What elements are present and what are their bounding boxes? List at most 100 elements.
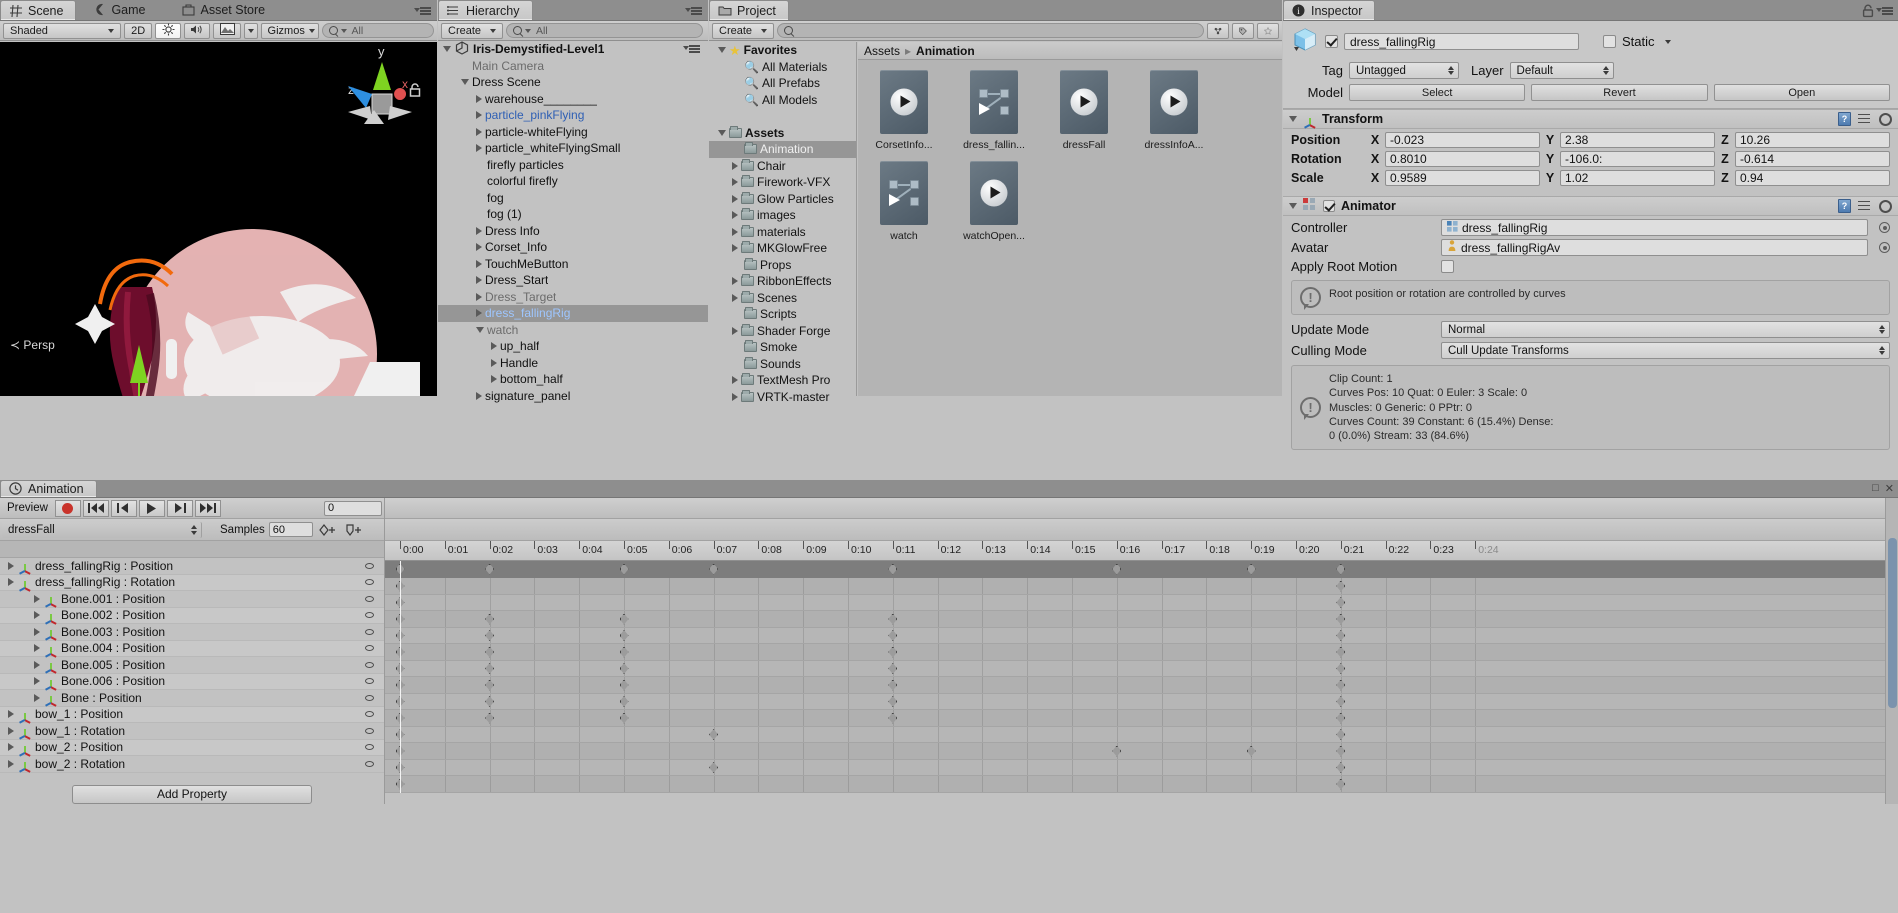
timeline-row[interactable]	[385, 710, 1898, 727]
keyframe[interactable]	[485, 663, 495, 674]
keyframe[interactable]	[1336, 696, 1346, 707]
keyframe[interactable]	[619, 663, 629, 674]
chevron-right-icon[interactable]	[8, 743, 14, 752]
controller-picker-icon[interactable]	[1879, 222, 1890, 233]
project-folder-firework-vfx[interactable]: Firework-VFX	[709, 174, 856, 191]
timeline-row[interactable]	[385, 759, 1898, 776]
project-filter-label-button[interactable]	[1232, 22, 1254, 39]
keyframe[interactable]	[888, 712, 898, 724]
asset-item[interactable]: watch	[872, 161, 936, 242]
timeline-row[interactable]	[385, 594, 1898, 611]
hierarchy-item-colorful-firefly[interactable]: colorful firefly	[438, 173, 708, 190]
gizmos-dropdown[interactable]: Gizmos	[260, 22, 319, 39]
tab-inspector[interactable]: i Inspector	[1283, 0, 1376, 20]
project-filter-type-button[interactable]	[1207, 22, 1229, 39]
chevron-right-icon[interactable]	[8, 759, 14, 768]
tab-animation[interactable]: Animation	[0, 480, 97, 497]
keyframe[interactable]	[709, 729, 719, 740]
chevron-right-icon[interactable]	[732, 293, 738, 302]
timeline-scrollbar[interactable]	[1885, 498, 1898, 804]
summary-keyframe[interactable]	[1246, 563, 1256, 575]
transform-component-header[interactable]: Transform ?	[1283, 109, 1898, 129]
keyframe[interactable]	[888, 646, 898, 658]
hierarchy-item-dress-scene[interactable]: Dress Scene	[438, 74, 708, 91]
timeline-row[interactable]	[385, 677, 1898, 694]
keyframe[interactable]	[1246, 745, 1256, 757]
timeline-row[interactable]	[385, 726, 1898, 743]
chevron-right-icon[interactable]	[476, 226, 482, 235]
animation-property-row[interactable]: dress_fallingRig : Rotation	[0, 574, 384, 592]
hierarchy-item-main-camera[interactable]: Main Camera	[438, 58, 708, 75]
keyframe[interactable]	[619, 613, 629, 625]
last-frame-button[interactable]	[194, 499, 221, 517]
chevron-right-icon[interactable]	[476, 127, 482, 136]
record-button[interactable]	[54, 499, 81, 517]
scene-options-menu-icon[interactable]	[414, 5, 433, 17]
hierarchy-item-particle-pinkflying[interactable]: particle_pinkFlying	[438, 107, 708, 124]
curve-toggle-icon[interactable]	[365, 760, 374, 767]
curve-toggle-icon[interactable]	[365, 694, 374, 701]
asset-item[interactable]: dressInfoA...	[1142, 70, 1206, 151]
preset-icon[interactable]	[1858, 113, 1872, 126]
breadcrumb-animation[interactable]: Animation	[916, 44, 975, 58]
chevron-right-icon[interactable]	[8, 561, 14, 570]
chevron-right-icon[interactable]	[732, 194, 738, 203]
chevron-right-icon[interactable]	[476, 391, 482, 400]
chevron-right-icon[interactable]	[476, 243, 482, 252]
animation-property-row[interactable]: Bone : Position	[0, 690, 384, 707]
rotation-z-field[interactable]: -0.614	[1735, 151, 1890, 167]
animation-property-row[interactable]: Bone.003 : Position	[0, 624, 384, 641]
chevron-right-icon[interactable]	[732, 244, 738, 253]
keyframe[interactable]	[888, 630, 898, 641]
keyframe[interactable]	[888, 613, 898, 625]
curve-toggle-icon[interactable]	[365, 661, 374, 668]
keyframe[interactable]	[888, 696, 898, 707]
clip-dropdown[interactable]: dressFall	[2, 521, 202, 538]
rotation-y-field[interactable]: -106.0:	[1560, 151, 1715, 167]
chevron-right-icon[interactable]	[491, 375, 497, 384]
add-event-button[interactable]	[343, 521, 365, 538]
gameobject-name-field[interactable]: dress_fallingRig	[1344, 33, 1579, 50]
chevron-right-icon[interactable]	[8, 578, 14, 587]
hierarchy-item-dress-info[interactable]: Dress Info	[438, 223, 708, 240]
keyframe[interactable]	[1336, 580, 1346, 592]
animation-property-row[interactable]: bow_2 : Rotation	[0, 756, 384, 773]
chevron-down-icon[interactable]	[1289, 116, 1297, 122]
chevron-right-icon[interactable]	[491, 342, 497, 351]
project-create-button[interactable]: Create	[712, 22, 774, 39]
scene-fx-toggle[interactable]	[213, 22, 242, 39]
summary-keyframe[interactable]	[1112, 563, 1122, 575]
project-folder-images[interactable]: images	[709, 207, 856, 224]
animator-component-header[interactable]: Animator ?	[1283, 196, 1898, 216]
keyframe[interactable]	[888, 679, 898, 691]
chevron-right-icon[interactable]	[476, 144, 482, 153]
position-x-field[interactable]: -0.023	[1385, 132, 1540, 148]
chevron-down-icon[interactable]	[461, 79, 469, 86]
hierarchy-create-button[interactable]: Create	[441, 22, 503, 39]
inspector-options-menu-icon[interactable]	[1876, 5, 1895, 17]
keyframe[interactable]	[485, 613, 495, 625]
chevron-right-icon[interactable]	[34, 611, 40, 620]
project-folder-ribboneffects[interactable]: RibbonEffects	[709, 273, 856, 290]
position-y-field[interactable]: 2.38	[1560, 132, 1715, 148]
hierarchy-item-dress-fallingrig[interactable]: dress_fallingRig	[438, 305, 708, 322]
hierarchy-item-signature-panel[interactable]: signature_panel	[438, 388, 708, 405]
project-folder-mkglowfree[interactable]: MKGlowFree	[709, 240, 856, 257]
tab-game[interactable]: Game	[84, 0, 157, 20]
next-frame-button[interactable]	[166, 499, 193, 517]
timeline-scroll-thumb[interactable]	[1888, 538, 1897, 708]
inspector-lock-icon[interactable]	[1862, 4, 1874, 18]
scene-lock-icon[interactable]	[408, 82, 422, 98]
keyframe[interactable]	[1336, 762, 1346, 773]
preset-icon[interactable]	[1858, 200, 1872, 213]
timeline-row[interactable]	[385, 693, 1898, 710]
chevron-right-icon[interactable]	[34, 644, 40, 653]
hierarchy-item-particle-whiteflying[interactable]: particle-whiteFlying	[438, 124, 708, 141]
curve-toggle-icon[interactable]	[365, 727, 374, 734]
chevron-right-icon[interactable]	[732, 227, 738, 236]
scene-search-input[interactable]: All	[321, 23, 434, 38]
chevron-right-icon[interactable]	[732, 211, 738, 220]
keyframe[interactable]	[619, 630, 629, 641]
help-icon[interactable]: ?	[1838, 199, 1851, 213]
hierarchy-item-fog[interactable]: fog	[438, 190, 708, 207]
